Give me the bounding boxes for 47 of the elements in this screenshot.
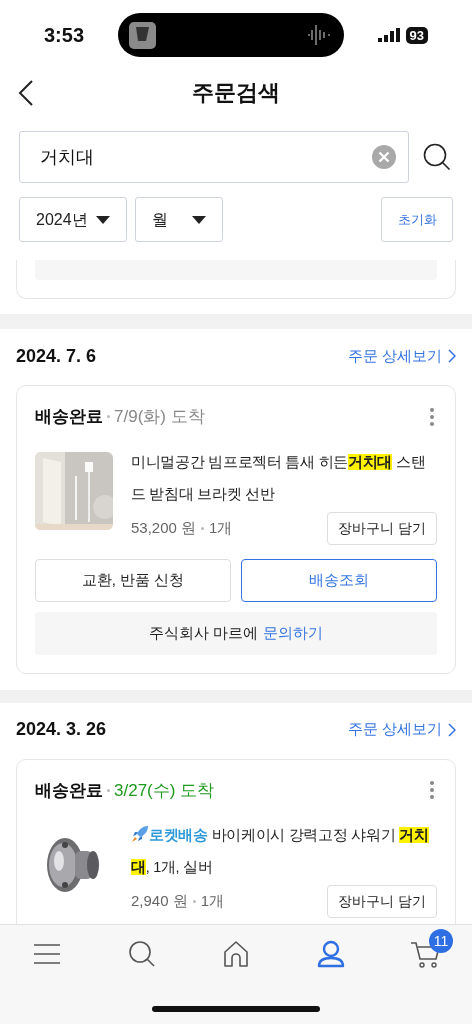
- rocket-icon: [131, 825, 149, 843]
- search-icon: [423, 143, 451, 171]
- quantity: 1개: [209, 517, 233, 538]
- cart-tab[interactable]: 11: [395, 929, 455, 979]
- add-to-cart-button[interactable]: 장바구니 담기: [327, 511, 437, 545]
- track-delivery-button[interactable]: 배송조회: [241, 558, 437, 602]
- signal-icon: [377, 28, 400, 42]
- back-icon: [18, 79, 34, 107]
- inquiry-link[interactable]: 문의하기: [262, 623, 323, 641]
- search-field[interactable]: 거치대: [19, 131, 409, 183]
- battery-level: 93: [405, 26, 428, 44]
- product-title: 로켓배송 바이케이시 강력고정 샤워기 거치대, 1개, 실버: [131, 824, 430, 877]
- status-time: 3:53: [44, 23, 85, 48]
- delivery-status: 배송완료: [35, 406, 103, 428]
- separator-dot-icon: [192, 900, 196, 903]
- order-date: 2024. 7. 6: [16, 344, 97, 368]
- dropdown-caret-icon: [192, 215, 206, 224]
- separator-dot-icon: [107, 788, 110, 792]
- chevron-right-icon: [448, 349, 456, 363]
- add-to-cart-button[interactable]: 장바구니 담기: [327, 885, 437, 918]
- more-options-button[interactable]: [427, 406, 437, 427]
- price: 53,200 원: [131, 517, 197, 538]
- year-dropdown[interactable]: 2024년: [19, 197, 127, 242]
- arrival-date: 7/9(화) 도착: [114, 406, 205, 428]
- order-date: 2024. 3. 26: [16, 718, 107, 741]
- seller-inquiry-text: 주식회사 마르에 문의하기: [149, 622, 323, 643]
- search-button[interactable]: [423, 142, 453, 172]
- separator-dot-icon: [201, 526, 205, 530]
- cart-count-badge: 11: [429, 929, 453, 953]
- price: 2,940 원: [131, 891, 188, 912]
- chevron-right-icon: [448, 722, 456, 737]
- return-request-button[interactable]: 교환, 반품 신청: [35, 558, 231, 602]
- delivery-status: 배송완료: [35, 779, 103, 802]
- order-detail-link[interactable]: 주문 상세보기: [347, 344, 456, 368]
- clear-icon[interactable]: [372, 145, 396, 169]
- month-dropdown[interactable]: 월: [135, 197, 223, 242]
- page-title: 주문검색: [192, 79, 280, 107]
- dropdown-caret-icon: [96, 215, 110, 224]
- separator-dot-icon: [107, 415, 110, 419]
- order-detail-link[interactable]: 주문 상세보기: [347, 718, 456, 741]
- product-title: 미니멀공간 빔프로젝터 틈새 히든거치대 스탠드 받침대 브라켓 선반: [131, 452, 427, 504]
- more-options-button[interactable]: [427, 780, 437, 801]
- more-icon: [430, 781, 434, 800]
- reset-button[interactable]: 초기화: [381, 197, 453, 242]
- more-icon: [430, 407, 434, 426]
- arrival-date: 3/27(수) 도착: [114, 779, 215, 802]
- quantity: 1개: [200, 891, 225, 912]
